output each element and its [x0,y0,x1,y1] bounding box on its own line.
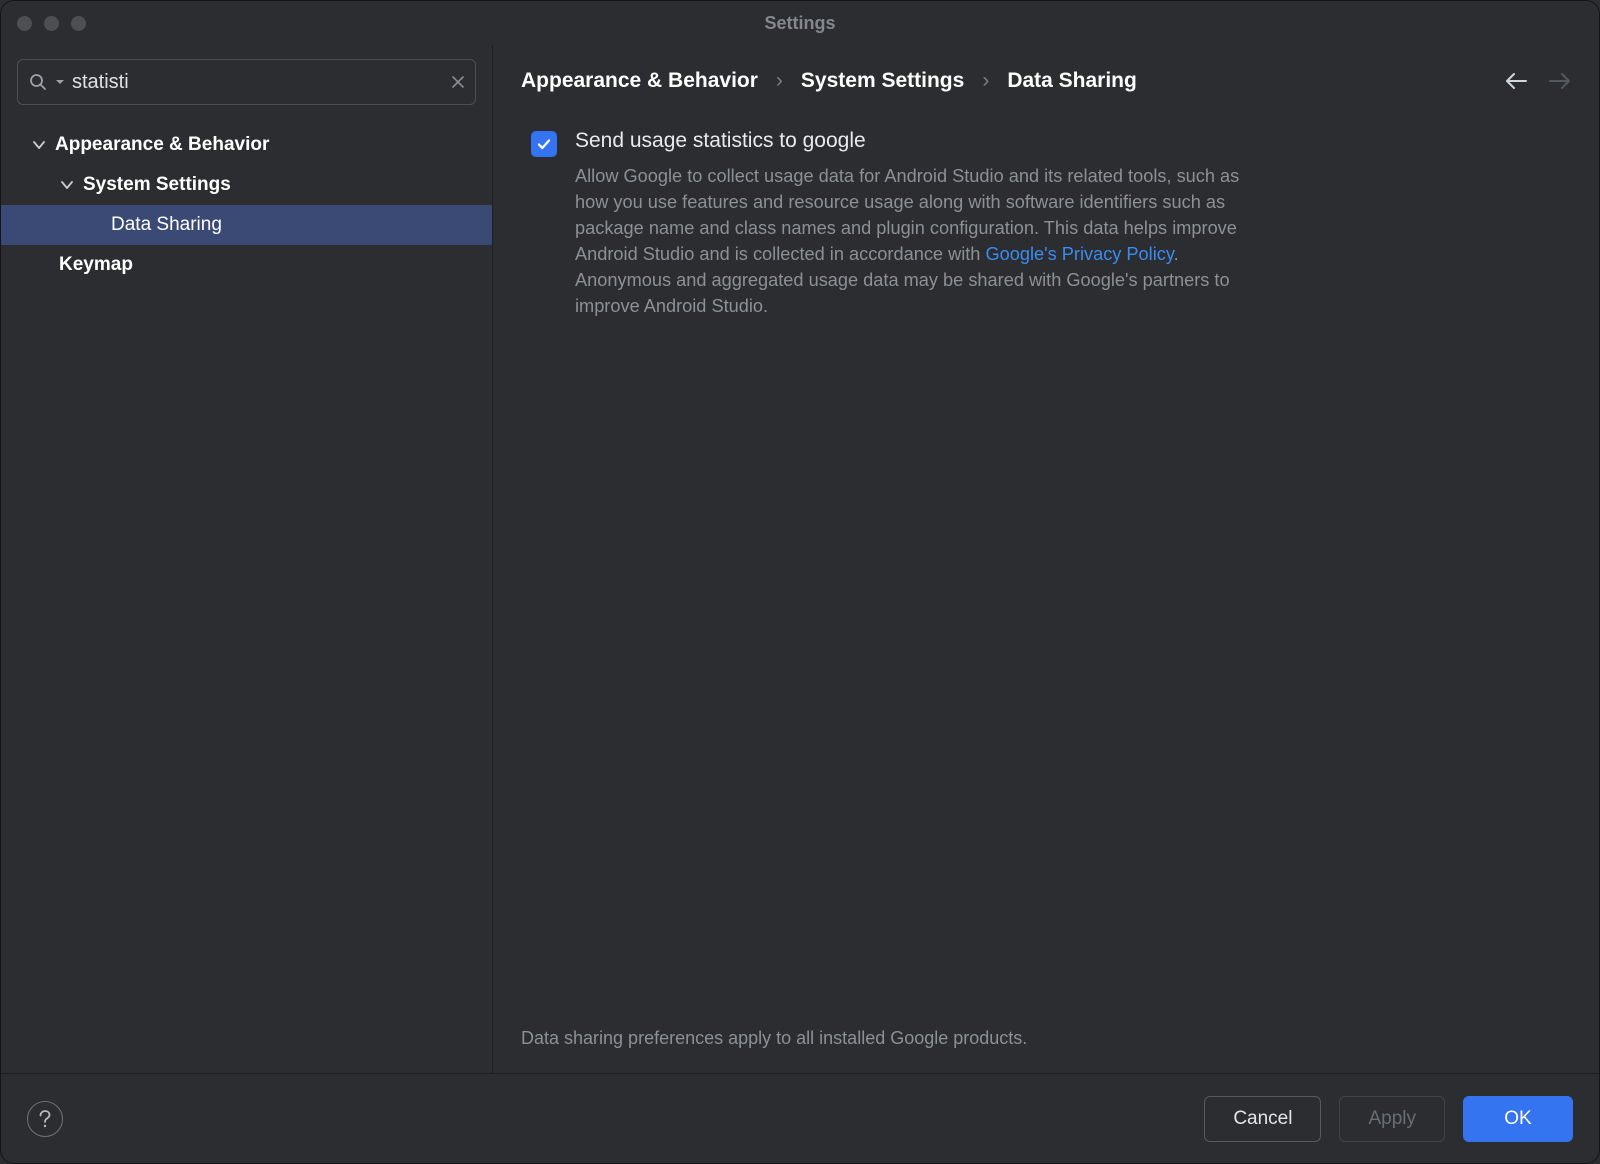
breadcrumb-part[interactable]: System Settings [801,69,964,93]
breadcrumb-separator: › [776,69,783,93]
breadcrumb-part[interactable]: Appearance & Behavior [521,69,758,93]
sidebar-item-appearance-behavior[interactable]: Appearance & Behavior [1,125,492,165]
search-field[interactable] [17,59,476,105]
cancel-button[interactable]: Cancel [1204,1096,1321,1142]
sidebar-item-data-sharing[interactable]: Data Sharing [1,205,492,245]
nav-back-icon[interactable] [1505,72,1527,90]
help-button[interactable] [27,1101,63,1137]
sidebar-item-label: Appearance & Behavior [55,134,269,156]
chevron-down-icon [29,139,49,151]
sidebar-item-keymap[interactable]: Keymap [1,245,492,285]
maximize-window-button[interactable] [71,16,86,31]
search-icon [28,72,48,92]
sidebar-item-system-settings[interactable]: System Settings [1,165,492,205]
breadcrumb-separator: › [982,69,989,93]
search-input[interactable] [72,71,443,94]
setting-row: Send usage statistics to google Allow Go… [531,129,1561,319]
setting-description: Allow Google to collect usage data for A… [575,163,1275,319]
content-pane: Appearance & Behavior › System Settings … [493,45,1599,1073]
nav-arrows [1505,72,1571,90]
search-dropdown-icon[interactable] [56,78,64,86]
sidebar-item-label: Keymap [59,254,133,276]
breadcrumb: Appearance & Behavior › System Settings … [521,69,1137,93]
chevron-down-icon [57,179,77,191]
settings-tree: Appearance & Behavior System Settings Da… [1,119,492,1073]
minimize-window-button[interactable] [44,16,59,31]
privacy-policy-link[interactable]: Google's Privacy Policy [985,244,1173,264]
ok-button[interactable]: OK [1463,1096,1573,1142]
titlebar: Settings [1,1,1599,45]
nav-forward-icon [1549,72,1571,90]
settings-window: Settings [0,0,1600,1164]
search-wrap [1,59,492,119]
close-window-button[interactable] [17,16,32,31]
dialog-button-bar: Cancel Apply OK [1,1073,1599,1163]
settings-body: Appearance & Behavior System Settings Da… [1,45,1599,1073]
sidebar: Appearance & Behavior System Settings Da… [1,45,493,1073]
setting-label[interactable]: Send usage statistics to google [575,129,1275,153]
send-usage-stats-checkbox[interactable] [531,131,557,157]
clear-search-icon[interactable] [451,75,465,89]
window-controls [17,16,86,31]
footer-note: Data sharing preferences apply to all in… [493,1008,1599,1073]
sidebar-item-label: Data Sharing [111,214,222,236]
apply-button: Apply [1339,1096,1445,1142]
setting-body: Send usage statistics to google Allow Go… [575,129,1275,319]
content-header: Appearance & Behavior › System Settings … [493,45,1599,99]
breadcrumb-part: Data Sharing [1007,69,1137,93]
sidebar-item-label: System Settings [83,174,231,196]
main-panel: Send usage statistics to google Allow Go… [493,99,1599,1008]
window-title: Settings [1,13,1599,34]
